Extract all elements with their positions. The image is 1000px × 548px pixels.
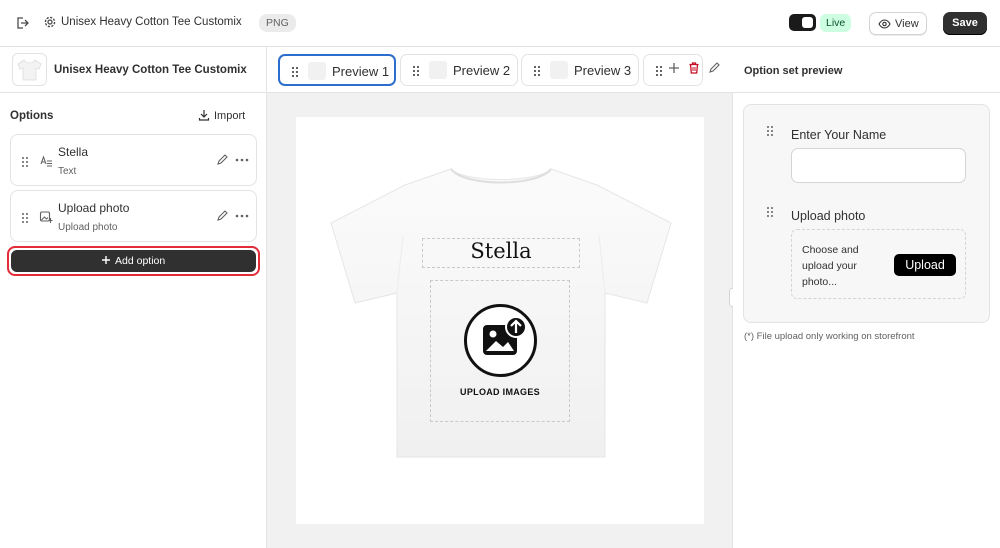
name-field-label: Enter Your Name <box>791 128 887 142</box>
tab-label: Preview 3 <box>574 63 632 78</box>
drag-handle-icon[interactable] <box>655 65 663 77</box>
upload-field-label: Upload photo <box>791 209 866 223</box>
import-label: Import <box>214 110 246 122</box>
add-option-button[interactable]: Add option <box>11 250 256 272</box>
option-name: Upload photo <box>58 201 130 215</box>
image-layer-label: UPLOAD IMAGES <box>460 387 540 397</box>
trash-icon[interactable] <box>687 61 701 75</box>
download-icon <box>198 110 210 121</box>
option-type: Upload photo <box>58 222 118 233</box>
drag-handle-icon[interactable] <box>766 125 774 137</box>
more-icon[interactable] <box>235 155 249 165</box>
tab-preview-2[interactable]: Preview 2 <box>400 54 518 86</box>
plus-icon <box>102 256 110 264</box>
preview-tabs: Preview 1 Preview 2 Preview 3 <box>267 47 733 93</box>
add-option-label: Add option <box>115 255 166 267</box>
drag-handle-icon[interactable] <box>21 156 29 168</box>
eye-icon <box>878 19 891 29</box>
tab-label: Preview 2 <box>453 63 511 78</box>
drag-handle-icon[interactable] <box>291 66 299 78</box>
preview-thumbnail <box>429 61 447 79</box>
preview-thumbnail <box>550 61 568 79</box>
text-layer[interactable]: Stella <box>422 239 580 263</box>
exit-icon[interactable] <box>14 15 30 31</box>
preview-thumbnail <box>308 62 326 80</box>
upload-dropzone[interactable]: Choose and upload your photo... Upload <box>791 229 966 299</box>
product-thumbnail <box>12 53 47 86</box>
design-canvas[interactable]: Stella UPLOAD IMAGES <box>296 117 704 524</box>
option-set-preview-panel: Option set preview Enter Your Name Uploa… <box>733 47 1000 548</box>
view-button[interactable]: View <box>869 12 927 35</box>
more-icon[interactable] <box>235 211 249 221</box>
top-bar: Unisex Heavy Cotton Tee Customix PNG Liv… <box>0 0 1000 47</box>
text-type-icon <box>40 155 52 167</box>
live-badge: Live <box>820 14 852 32</box>
options-heading: Options <box>10 110 54 122</box>
save-button[interactable]: Save <box>943 12 987 35</box>
upload-note: (*) File upload only working on storefro… <box>744 331 915 342</box>
tab-preview-3[interactable]: Preview 3 <box>521 54 639 86</box>
options-panel: Unisex Heavy Cotton Tee Customix Options… <box>0 47 267 548</box>
drag-handle-icon[interactable] <box>21 212 29 224</box>
edit-icon[interactable] <box>216 154 228 166</box>
toggle-knob <box>802 17 813 28</box>
option-card-text[interactable]: Stella Text <box>10 134 257 186</box>
image-upload-type-icon <box>39 211 53 223</box>
edit-icon[interactable] <box>216 210 228 222</box>
drag-handle-icon[interactable] <box>766 206 774 218</box>
add-preview-icon[interactable] <box>667 61 681 75</box>
view-label: View <box>895 18 919 30</box>
option-name: Stella <box>58 145 89 159</box>
tshirt-thumbnail-icon <box>17 59 42 81</box>
drag-handle-icon[interactable] <box>412 65 420 77</box>
format-badge: PNG <box>259 14 296 32</box>
option-type: Text <box>58 166 77 177</box>
tab-label: Preview 1 <box>332 64 390 79</box>
name-input[interactable] <box>791 148 966 183</box>
add-option-highlight: Add option <box>7 246 260 276</box>
tab-preview-1[interactable]: Preview 1 <box>278 54 396 86</box>
product-title: Unisex Heavy Cotton Tee Customix <box>54 64 247 76</box>
option-set-form: Enter Your Name Upload photo Choose and … <box>743 104 990 323</box>
product-header: Unisex Heavy Cotton Tee Customix <box>0 47 267 93</box>
preview-workspace: Preview 1 Preview 2 Preview 3 Stella UPL… <box>267 47 733 548</box>
option-card-upload[interactable]: Upload photo Upload photo <box>10 190 257 242</box>
upload-image-icon <box>464 304 537 377</box>
gear-icon[interactable] <box>43 15 57 29</box>
preview-panel-header: Option set preview <box>733 47 1000 93</box>
drag-handle-icon[interactable] <box>533 65 541 77</box>
upload-hint: Choose and upload your photo... <box>802 244 859 288</box>
edit-icon[interactable] <box>707 61 721 75</box>
upload-button[interactable]: Upload <box>894 254 956 276</box>
preview-panel-title: Option set preview <box>744 65 843 77</box>
app-title: Unisex Heavy Cotton Tee Customix <box>61 16 242 28</box>
live-toggle[interactable] <box>789 14 816 31</box>
